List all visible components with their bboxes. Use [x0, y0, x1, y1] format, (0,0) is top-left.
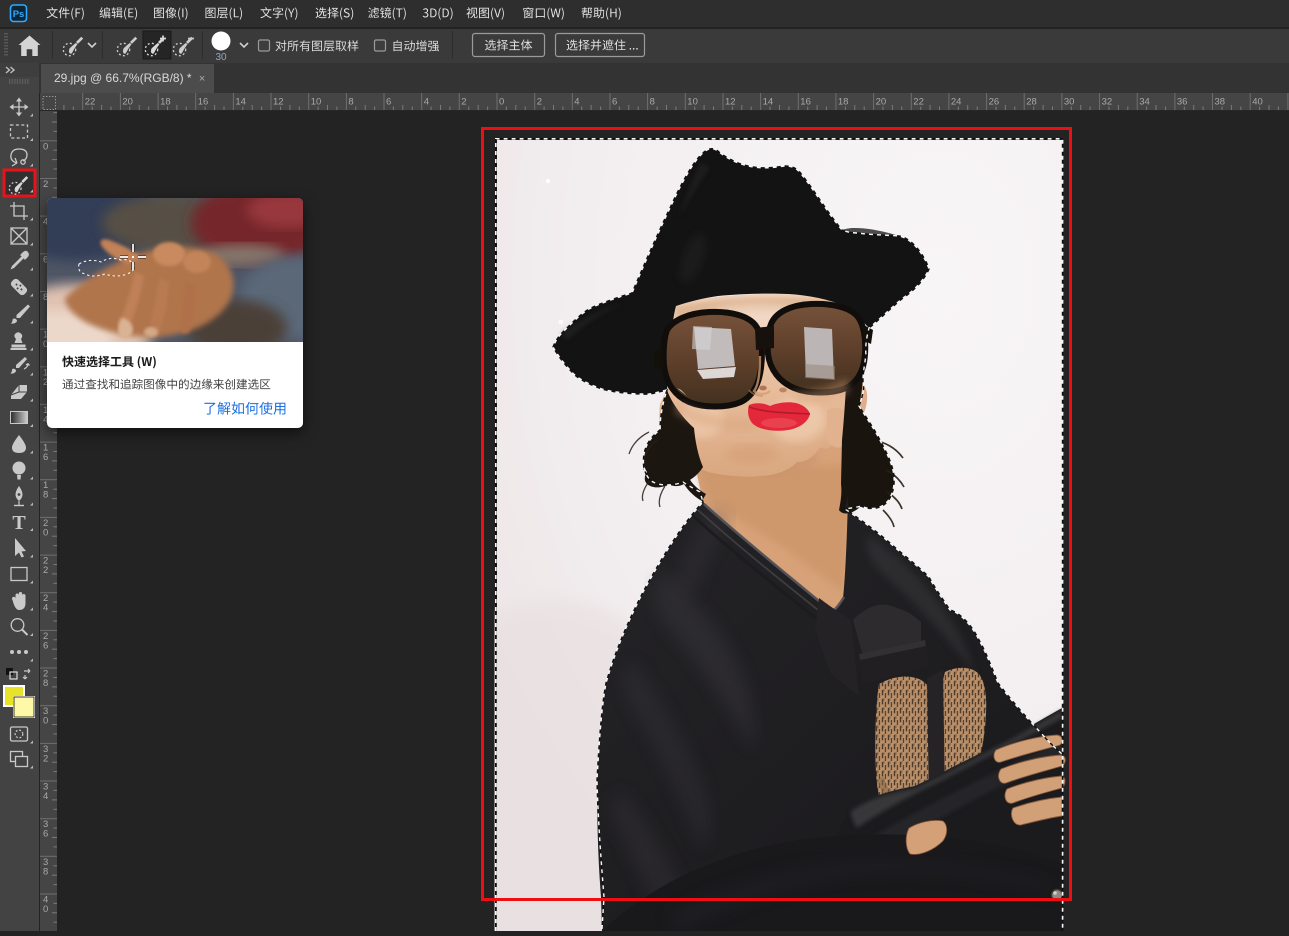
svg-text:8: 8 — [43, 866, 48, 877]
svg-text:2: 2 — [461, 97, 466, 108]
svg-text:18: 18 — [160, 97, 171, 108]
svg-text:16: 16 — [198, 97, 209, 108]
svg-text:0: 0 — [43, 716, 48, 727]
svg-text:14: 14 — [763, 97, 774, 108]
svg-text:24: 24 — [951, 97, 962, 108]
svg-text:4: 4 — [43, 791, 48, 802]
svg-text:22: 22 — [913, 97, 924, 108]
svg-text:38: 38 — [1215, 97, 1226, 108]
svg-text:40: 40 — [1252, 97, 1263, 108]
svg-text:6: 6 — [386, 97, 391, 108]
svg-text:0: 0 — [43, 904, 48, 915]
svg-text:6: 6 — [612, 97, 617, 108]
svg-text:4: 4 — [43, 603, 48, 614]
svg-text:18: 18 — [838, 97, 849, 108]
svg-text:0: 0 — [499, 97, 504, 108]
svg-text:4: 4 — [424, 97, 429, 108]
svg-text:2: 2 — [43, 753, 48, 764]
svg-text:8: 8 — [348, 97, 353, 108]
svg-text:8: 8 — [43, 678, 48, 689]
svg-text:26: 26 — [989, 97, 1000, 108]
svg-text:22: 22 — [85, 97, 96, 108]
svg-text:20: 20 — [876, 97, 887, 108]
svg-text:2: 2 — [537, 97, 542, 108]
svg-text:10: 10 — [687, 97, 698, 108]
svg-text:30: 30 — [1064, 97, 1075, 108]
svg-text:6: 6 — [43, 640, 48, 651]
svg-text:34: 34 — [1139, 97, 1150, 108]
svg-text:12: 12 — [725, 97, 736, 108]
svg-text:8: 8 — [650, 97, 655, 108]
svg-text:2: 2 — [43, 179, 48, 190]
svg-text:36: 36 — [1177, 97, 1188, 108]
svg-text:2: 2 — [43, 565, 48, 576]
svg-text:T: T — [12, 512, 26, 534]
svg-text:0: 0 — [43, 527, 48, 538]
svg-text:16: 16 — [800, 97, 811, 108]
svg-text:10: 10 — [311, 97, 322, 108]
svg-text:6: 6 — [43, 829, 48, 840]
svg-text:8: 8 — [43, 490, 48, 501]
svg-text:28: 28 — [1026, 97, 1037, 108]
svg-text:6: 6 — [43, 452, 48, 463]
svg-text:14: 14 — [235, 97, 246, 108]
svg-text:4: 4 — [574, 97, 579, 108]
svg-text:12: 12 — [273, 97, 284, 108]
svg-text:20: 20 — [122, 97, 133, 108]
svg-text:30: 30 — [215, 52, 227, 63]
svg-text:0: 0 — [43, 141, 48, 152]
svg-text:32: 32 — [1102, 97, 1113, 108]
